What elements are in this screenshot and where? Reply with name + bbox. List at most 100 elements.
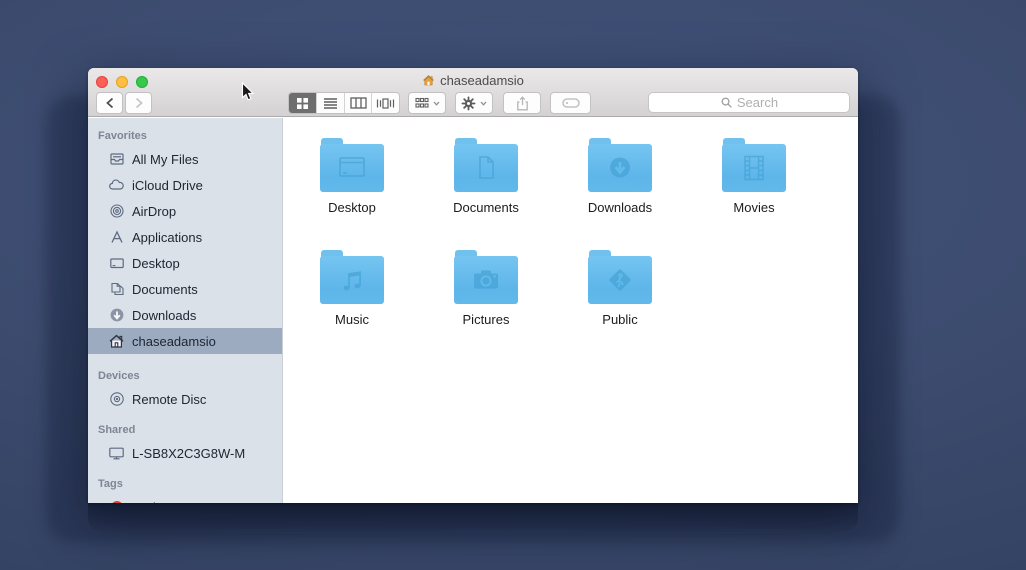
folder-icon	[454, 138, 518, 192]
folder-label: Music	[335, 312, 369, 327]
sidebar-item-airdrop[interactable]: AirDrop	[88, 198, 282, 224]
chevron-down-icon	[480, 101, 487, 106]
disc-icon	[108, 391, 125, 408]
folder-label: Movies	[733, 200, 775, 215]
folder-documents[interactable]: Documents	[431, 138, 541, 215]
column-view-button[interactable]	[343, 93, 372, 113]
home-icon	[108, 333, 125, 350]
sidebar-item-documents[interactable]: Documents	[88, 276, 282, 302]
share-icon	[516, 95, 528, 110]
folder-icon	[320, 138, 384, 192]
folder-label: Public	[602, 312, 638, 327]
folder-label: Documents	[453, 200, 519, 215]
download-glyph-icon	[610, 157, 630, 178]
share-button[interactable]	[503, 92, 541, 114]
view-segmented-control	[288, 92, 400, 114]
sidebar-item-label: iCloud Drive	[132, 177, 203, 193]
grid-view-icon	[297, 97, 309, 109]
back-button[interactable]	[96, 92, 123, 114]
coverflow-view-icon	[377, 97, 395, 109]
camera-glyph-icon	[474, 270, 498, 289]
sidebar-item-downloads[interactable]: Downloads	[88, 302, 282, 328]
arrange-icon	[414, 97, 429, 108]
applications-icon	[108, 229, 125, 246]
sidebar-section-tags: Tags	[98, 478, 123, 490]
sidebar-item-remote-disc[interactable]: Remote Disc	[88, 386, 282, 412]
desktop-glyph-icon	[339, 157, 365, 177]
display-icon	[108, 445, 125, 462]
red-tag-icon	[108, 499, 125, 503]
sidebar-section-devices: Devices	[98, 370, 140, 382]
sidebar: Favorites All My Files iCloud Drive AirD…	[88, 118, 283, 503]
sidebar-item-label: Applications	[132, 229, 203, 245]
chevron-right-icon	[135, 97, 143, 109]
filmstrip-glyph-icon	[744, 155, 764, 181]
toolbar: Search	[88, 92, 858, 117]
sidebar-item-shared-computer[interactable]: L-SB8X2C3G8W-M	[88, 440, 282, 466]
sidebar-item-tag-red[interactable]: Red	[88, 494, 282, 503]
window-title-text: chaseadamsio	[440, 72, 524, 88]
mouse-cursor	[241, 82, 254, 101]
sidebar-item-label: Desktop	[132, 255, 180, 271]
airdrop-icon	[108, 203, 125, 220]
music-note-glyph-icon	[343, 271, 361, 291]
sidebar-item-label: chaseadamsio	[132, 333, 216, 349]
folder-pictures[interactable]: Pictures	[431, 250, 541, 327]
sidebar-section-favorites: Favorites	[98, 130, 147, 142]
folder-icon	[454, 250, 518, 304]
downloads-icon	[108, 307, 125, 324]
chevron-down-icon	[433, 101, 439, 106]
tag-icon	[561, 98, 580, 108]
sidebar-item-label: Documents	[132, 281, 198, 297]
arrange-button[interactable]	[408, 92, 446, 114]
sidebar-item-label: L-SB8X2C3G8W-M	[132, 445, 246, 461]
sidebar-item-chaseadamsio[interactable]: chaseadamsio	[88, 328, 282, 354]
folder-icon	[588, 138, 652, 192]
coverflow-view-button[interactable]	[371, 93, 399, 113]
folder-label: Desktop	[328, 200, 376, 215]
home-icon	[423, 74, 434, 85]
public-crossing-glyph-icon	[609, 269, 631, 291]
documents-icon	[108, 281, 125, 298]
sidebar-item-icloud-drive[interactable]: iCloud Drive	[88, 172, 282, 198]
desktop-icon	[108, 255, 125, 272]
cloud-icon	[108, 177, 125, 194]
sidebar-item-desktop[interactable]: Desktop	[88, 250, 282, 276]
gear-icon	[461, 96, 476, 110]
sidebar-item-label: Downloads	[132, 307, 197, 323]
folder-downloads[interactable]: Downloads	[565, 138, 675, 215]
folder-movies[interactable]: Movies	[699, 138, 809, 215]
list-view-button[interactable]	[316, 93, 344, 113]
chevron-left-icon	[105, 97, 113, 109]
folder-public[interactable]: Public	[565, 250, 675, 327]
folder-icon	[320, 250, 384, 304]
finder-window: chaseadamsio Search Favorites All My Fil…	[88, 68, 858, 503]
folder-music[interactable]: Music	[297, 250, 407, 327]
sidebar-item-applications[interactable]: Applications	[88, 224, 282, 250]
folder-label: Downloads	[587, 200, 653, 215]
sidebar-item-label: All My Files	[132, 151, 199, 167]
forward-button[interactable]	[125, 92, 152, 114]
sidebar-item-label: AirDrop	[132, 203, 177, 219]
sidebar-item-label: Red	[132, 500, 156, 504]
window-title: chaseadamsio	[88, 71, 858, 89]
folder-label: Pictures	[462, 312, 510, 327]
tags-button[interactable]	[550, 92, 591, 114]
sidebar-section-shared: Shared	[98, 424, 136, 436]
document-glyph-icon	[479, 156, 494, 179]
folder-desktop[interactable]: Desktop	[297, 138, 407, 215]
folder-icon	[588, 250, 652, 304]
sidebar-item-all-my-files[interactable]: All My Files	[88, 146, 282, 172]
sidebar-item-label: Remote Disc	[132, 391, 207, 407]
search-input[interactable]: Search	[648, 92, 850, 113]
icon-view-button[interactable]	[289, 93, 317, 113]
column-view-icon	[350, 97, 367, 109]
window-bottom-shadow	[88, 503, 858, 533]
file-browser-content: Desktop Documents Downloads Movies Music…	[283, 118, 858, 503]
list-view-icon	[324, 97, 338, 109]
all-my-files-icon	[108, 151, 125, 168]
folder-icon	[722, 138, 786, 192]
search-placeholder: Search	[736, 95, 779, 110]
search-icon	[721, 97, 732, 108]
action-button[interactable]	[455, 92, 493, 114]
